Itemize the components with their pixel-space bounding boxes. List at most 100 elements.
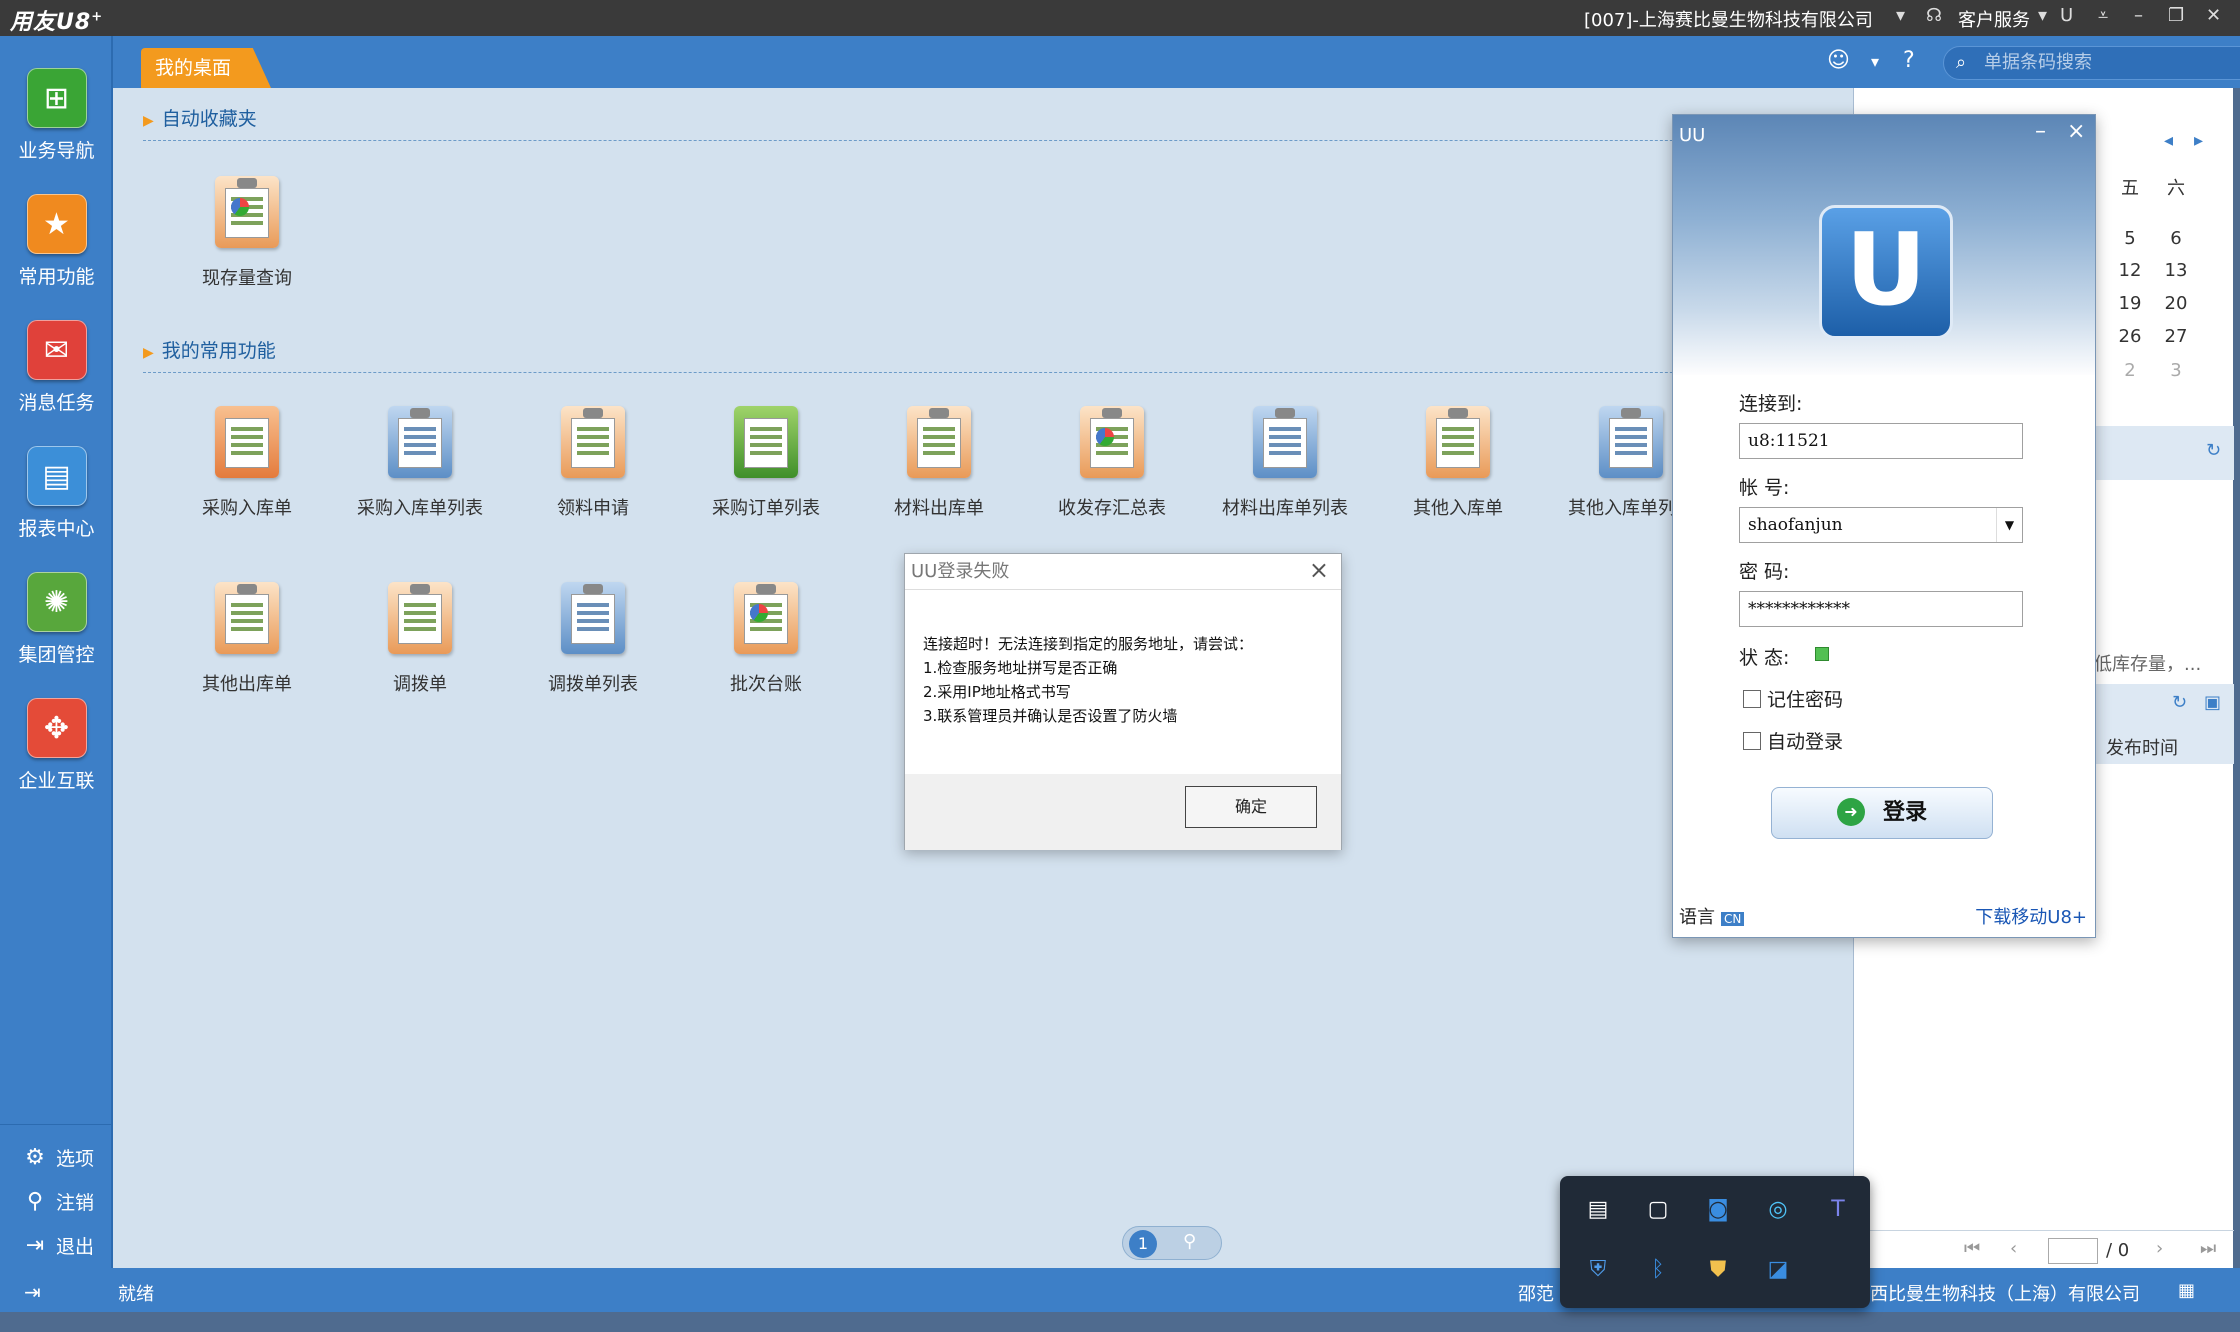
barcode-search-input[interactable]: ⌕ 单据条码搜索 [1943, 46, 2240, 80]
close-icon[interactable]: ✕ [2206, 5, 2221, 26]
headset-icon[interactable]: ☊ [1926, 5, 1942, 26]
account-select[interactable]: shaofanjun ▼ [1739, 507, 2023, 543]
page-number-input[interactable] [2048, 1238, 2098, 1264]
chevron-down-icon[interactable]: ▼ [1996, 508, 2022, 542]
remember-password-checkbox[interactable]: 记住密码 [1743, 685, 1843, 712]
password-input[interactable]: ************ [1739, 591, 2023, 627]
function-stock-query[interactable]: 现存量查询 [167, 176, 327, 290]
calendar-day[interactable]: 12 [2110, 260, 2150, 281]
copilot-icon[interactable]: ◎ [1760, 1192, 1796, 1228]
document-icon[interactable]: ▤ [1580, 1192, 1616, 1228]
function-material-request[interactable]: 领料申请 [513, 406, 673, 520]
function-material-issue-list[interactable]: 材料出库单列表 [1205, 406, 1365, 520]
uu-login-window: UU – × U 连接到: u8:11521 帐 号: shaofanjun ▼… [1672, 114, 2096, 938]
function-purchase-receipt-list[interactable]: 采购入库单列表 [340, 406, 500, 520]
calendar-day[interactable]: 5 [2110, 228, 2150, 249]
last-page-icon[interactable]: ⏭ [2200, 1238, 2216, 1259]
customer-service-menu[interactable]: 客户服务 [1958, 6, 2030, 32]
function-batch-ledger[interactable]: 批次台账 [686, 582, 846, 696]
options-button[interactable]: ⚙ 选项 [22, 1144, 94, 1171]
password-label: 密 码: [1739, 561, 1790, 583]
prev-month-icon[interactable]: ◂ [2164, 130, 2173, 151]
app-tray-icon[interactable]: ◪ [1760, 1252, 1796, 1288]
account-label: 帐 号: [1739, 477, 1790, 499]
close-icon[interactable]: × [1309, 556, 1329, 584]
function-other-issue[interactable]: 其他出库单 [167, 582, 327, 696]
exit-button[interactable]: ⇥ 退出 [22, 1232, 94, 1259]
function-purchase-order-list[interactable]: 采购订单列表 [686, 406, 846, 520]
minimize-icon[interactable]: – [2134, 5, 2143, 26]
search-page-icon[interactable]: ⚲ [1183, 1231, 1196, 1252]
function-transfer-order-list[interactable]: 调拨单列表 [513, 582, 673, 696]
function-purchase-receipt[interactable]: 采购入库单 [167, 406, 327, 520]
common-functions-section-title[interactable]: ▶ 我的常用功能 [143, 336, 276, 363]
next-month-icon[interactable]: ▸ [2194, 130, 2203, 151]
low-inventory-text[interactable]: 低库存量，... [2094, 650, 2201, 676]
bluetooth-icon[interactable]: ᛒ [1640, 1252, 1676, 1288]
refresh-icon[interactable]: ↻ [2206, 440, 2221, 461]
calendar-day[interactable]: 19 [2110, 293, 2150, 314]
uu-tray-icon[interactable]: ▢ [1640, 1192, 1676, 1228]
teams-icon[interactable]: T [1820, 1192, 1856, 1228]
refresh-icon[interactable]: ↻ [2172, 692, 2187, 713]
company-selector[interactable]: [007]-上海赛比曼生物科技有限公司 [1584, 6, 1873, 32]
calculator-icon[interactable]: ▦ [2178, 1280, 2195, 1301]
chevron-down-icon[interactable]: ▾ [1896, 5, 1905, 26]
calendar-day[interactable]: 27 [2156, 326, 2196, 347]
list-sheet-icon [1599, 406, 1663, 478]
nav-business-navigation[interactable]: ⊞ 业务导航 [0, 68, 113, 163]
function-material-issue[interactable]: 材料出库单 [859, 406, 1019, 520]
smiley-icon[interactable]: ☺ [1827, 48, 1850, 73]
language-selector[interactable]: 语言 CN [1679, 903, 1745, 929]
nav-group-control[interactable]: ✺ 集团管控 [0, 572, 113, 667]
ok-button[interactable]: 确定 [1185, 786, 1317, 828]
status-label: 状 态: [1739, 647, 1790, 669]
close-icon[interactable]: × [2067, 119, 2085, 144]
nav-messages-tasks[interactable]: ✉ 消息任务 [0, 320, 113, 415]
security-warning-icon[interactable]: ⛨ [1580, 1252, 1616, 1288]
first-page-icon[interactable]: ⏮ [1964, 1238, 1980, 1259]
next-page-icon[interactable]: › [2156, 1238, 2163, 1259]
login-button[interactable]: ➜ 登录 [1771, 787, 1993, 839]
collapse-icon[interactable]: ⇥ [24, 1280, 41, 1304]
chart-sheet-icon [1080, 406, 1144, 478]
status-text: 就绪 [118, 1284, 154, 1305]
connect-label: 连接到: [1739, 393, 1803, 415]
nav-report-center[interactable]: ▤ 报表中心 [0, 446, 113, 541]
help-icon[interactable]: ? [1903, 48, 1915, 73]
weekday-header: 五 [2121, 178, 2139, 199]
function-inventory-summary[interactable]: 收发存汇总表 [1032, 406, 1192, 520]
download-mobile-link[interactable]: 下载移动U8+ [1975, 903, 2087, 929]
nav-enterprise-link[interactable]: ✥ 企业互联 [0, 698, 113, 793]
prev-page-icon[interactable]: ‹ [2010, 1238, 2017, 1259]
logout-button[interactable]: ⚲ 注销 [22, 1188, 94, 1215]
calendar-day[interactable]: 20 [2156, 293, 2196, 314]
calendar-day[interactable]: 6 [2156, 228, 2196, 249]
business-nav-icon: ⊞ [26, 68, 87, 128]
restore-icon[interactable]: ❐ [2168, 5, 2184, 26]
minimize-icon[interactable]: – [2035, 119, 2046, 144]
nav-label: 消息任务 [18, 392, 95, 414]
uu-icon[interactable]: U [2060, 5, 2073, 26]
calendar-day[interactable]: 26 [2110, 326, 2150, 347]
book-icon[interactable]: ▣ [2204, 692, 2221, 713]
calendar-day[interactable]: 2 [2110, 360, 2150, 381]
menu-down-icon[interactable]: ⩡ [2098, 5, 2108, 26]
search-icon: ⌕ [1956, 52, 1967, 73]
favorites-section-title[interactable]: ▶ 自动收藏夹 [143, 104, 257, 131]
function-transfer-order[interactable]: 调拨单 [340, 582, 500, 696]
chevron-down-icon[interactable]: ▾ [1871, 52, 1879, 71]
calendar-day[interactable]: 3 [2156, 360, 2196, 381]
chevron-down-icon[interactable]: ▾ [2038, 5, 2047, 26]
tab-my-desktop[interactable]: 我的桌面 [141, 48, 271, 88]
function-other-receipt[interactable]: 其他入库单 [1378, 406, 1538, 520]
shield-icon[interactable]: ⛊ [1700, 1252, 1736, 1288]
calendar-day[interactable]: 13 [2156, 260, 2196, 281]
report-icon: ▤ [26, 446, 87, 506]
connect-server-input[interactable]: u8:11521 [1739, 423, 2023, 459]
nav-common-functions[interactable]: ★ 常用功能 [0, 194, 113, 289]
list-sheet-icon [561, 582, 625, 654]
auto-login-checkbox[interactable]: 自动登录 [1743, 727, 1843, 754]
page-button[interactable]: 1 [1129, 1230, 1157, 1258]
outlook-icon[interactable]: ◙ [1700, 1192, 1736, 1228]
